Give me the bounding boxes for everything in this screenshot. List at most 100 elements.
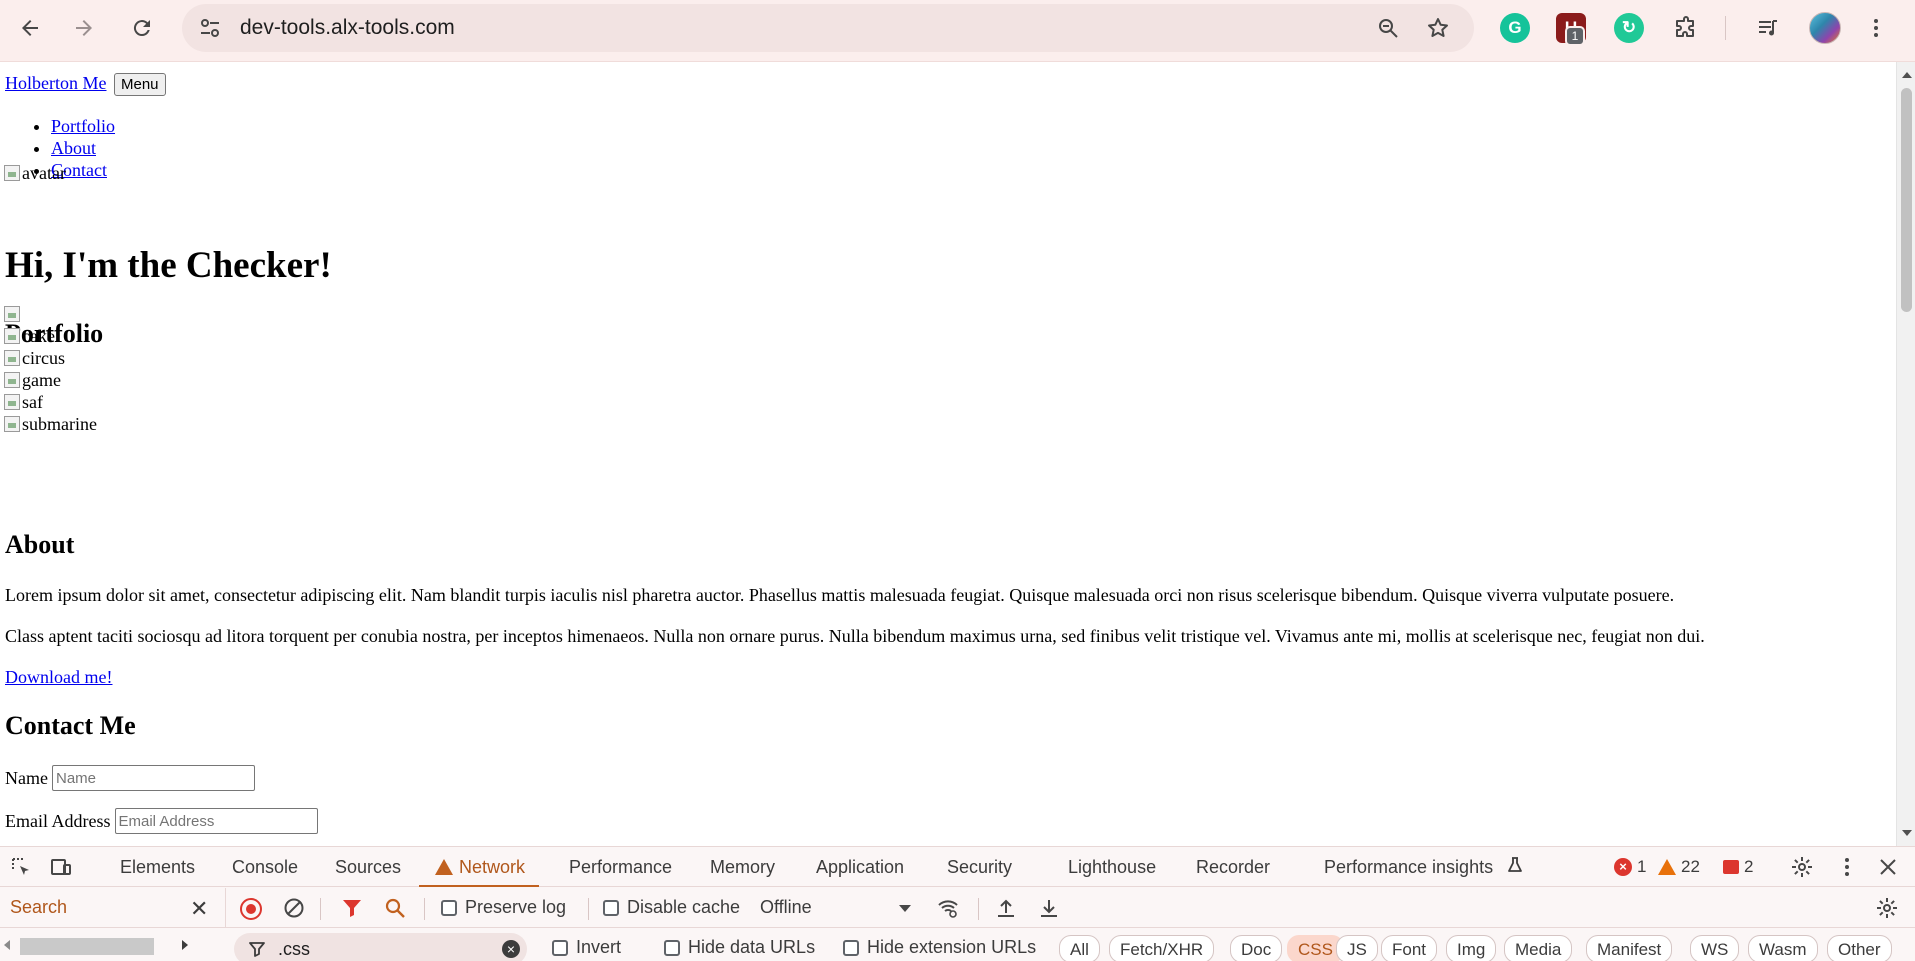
tab-sources[interactable]: Sources bbox=[335, 847, 401, 887]
top-nav: Holberton Me Menu bbox=[5, 73, 166, 96]
email-field-row: Email Address bbox=[5, 808, 318, 834]
toolbar-divider bbox=[588, 898, 589, 920]
close-devtools-icon[interactable] bbox=[1877, 856, 1899, 878]
type-filter-fetch-xhr[interactable]: Fetch/XHR bbox=[1109, 935, 1215, 961]
toolbar-divider bbox=[978, 898, 979, 920]
dropdown-caret-icon[interactable] bbox=[894, 897, 916, 919]
email-input[interactable] bbox=[114, 808, 318, 834]
browser-toolbar: dev-tools.alx-tools.com G U 1 ↻ bbox=[0, 0, 1915, 62]
more-menu-icon[interactable] bbox=[1858, 10, 1894, 46]
image-alt-text: saf bbox=[22, 392, 43, 412]
tab-performance[interactable]: Performance bbox=[569, 847, 672, 887]
flask-icon bbox=[1506, 848, 1524, 888]
error-counter[interactable]: × 1 bbox=[1614, 847, 1646, 887]
device-toolbar-icon[interactable] bbox=[50, 856, 72, 878]
profile-avatar[interactable] bbox=[1809, 12, 1841, 44]
type-filter-wasm[interactable]: Wasm bbox=[1748, 935, 1818, 961]
type-filter-img[interactable]: Img bbox=[1446, 935, 1497, 961]
tab-recorder[interactable]: Recorder bbox=[1196, 847, 1270, 887]
toolbar-divider bbox=[320, 898, 321, 920]
issue-icon bbox=[1723, 860, 1739, 874]
hide-data-urls-label: Hide data URLs bbox=[688, 937, 816, 957]
grammarly-icon[interactable]: G bbox=[1500, 13, 1530, 43]
tab-application[interactable]: Application bbox=[816, 847, 904, 887]
bookmark-star-icon[interactable] bbox=[1426, 16, 1450, 40]
tab-lighthouse[interactable]: Lighthouse bbox=[1068, 847, 1156, 887]
clear-filter-icon[interactable]: × bbox=[502, 940, 520, 958]
disable-cache-option[interactable]: Disable cache bbox=[603, 897, 740, 918]
hide-data-urls-checkbox[interactable] bbox=[664, 939, 680, 956]
hide-extension-urls-option[interactable]: Hide extension URLs bbox=[843, 937, 1036, 958]
scrollbar-thumb[interactable] bbox=[20, 938, 154, 955]
download-link[interactable]: Download me! bbox=[5, 667, 112, 688]
type-filter-other[interactable]: Other bbox=[1827, 935, 1892, 961]
type-filter-js[interactable]: JS bbox=[1336, 935, 1378, 961]
record-icon[interactable] bbox=[240, 898, 262, 920]
type-filter-font[interactable]: Font bbox=[1381, 935, 1438, 961]
close-search-icon[interactable]: ✕ bbox=[190, 896, 208, 922]
type-filter-all[interactable]: All bbox=[1059, 935, 1100, 961]
tab-security[interactable]: Security bbox=[947, 847, 1012, 887]
network-settings-gear-icon[interactable] bbox=[1876, 897, 1898, 919]
extensions-puzzle-icon[interactable] bbox=[1668, 10, 1704, 46]
search-drawer[interactable]: Search ✕ bbox=[0, 888, 226, 928]
menu-button[interactable]: Menu bbox=[113, 73, 166, 96]
brand-link[interactable]: Holberton Me bbox=[5, 73, 106, 93]
devtools-menu-icon[interactable] bbox=[1836, 856, 1858, 878]
site-info-icon[interactable] bbox=[198, 16, 222, 40]
url-text[interactable]: dev-tools.alx-tools.com bbox=[240, 16, 455, 40]
horizontal-scrollbar[interactable] bbox=[0, 935, 196, 955]
filter-input[interactable]: .css × bbox=[234, 933, 527, 961]
hide-data-urls-option[interactable]: Hide data URLs bbox=[664, 937, 815, 958]
scroll-right-arrow-icon[interactable] bbox=[182, 940, 188, 950]
warning-counter[interactable]: 22 bbox=[1658, 847, 1700, 887]
tab-performance-insights[interactable]: Performance insights bbox=[1324, 847, 1524, 887]
settings-gear-icon[interactable] bbox=[1791, 856, 1813, 878]
inspect-element-icon[interactable] bbox=[10, 856, 32, 878]
name-input[interactable] bbox=[51, 765, 255, 791]
tab-network-label: Network bbox=[459, 857, 526, 877]
tab-memory[interactable]: Memory bbox=[710, 847, 775, 887]
preserve-log-checkbox[interactable] bbox=[441, 899, 457, 916]
reload-icon[interactable] bbox=[124, 10, 160, 46]
filter-funnel-icon[interactable] bbox=[341, 897, 363, 919]
scrollbar-thumb[interactable] bbox=[1901, 88, 1912, 312]
throttling-value: Offline bbox=[760, 897, 812, 917]
nav-link-portfolio[interactable]: Portfolio bbox=[51, 116, 115, 136]
throttling-select[interactable]: Offline bbox=[760, 897, 812, 918]
invert-option[interactable]: Invert bbox=[552, 937, 621, 958]
nav-link-about[interactable]: About bbox=[51, 138, 96, 158]
sync-extension-icon[interactable]: ↻ bbox=[1614, 13, 1644, 43]
search-icon[interactable] bbox=[384, 897, 406, 919]
forward-icon[interactable] bbox=[66, 10, 102, 46]
tab-network[interactable]: Network bbox=[419, 847, 540, 887]
preserve-log-option[interactable]: Preserve log bbox=[441, 897, 566, 918]
import-har-icon[interactable] bbox=[995, 897, 1017, 919]
scroll-down-arrow-icon[interactable] bbox=[1902, 830, 1912, 836]
hide-extension-urls-checkbox[interactable] bbox=[843, 939, 859, 956]
address-bar[interactable]: dev-tools.alx-tools.com bbox=[182, 4, 1474, 52]
media-queue-icon[interactable] bbox=[1750, 10, 1786, 46]
disable-cache-checkbox[interactable] bbox=[603, 899, 619, 916]
issues-counter[interactable]: 2 bbox=[1723, 847, 1753, 887]
portfolio-image-blank bbox=[4, 303, 97, 325]
type-filter-manifest[interactable]: Manifest bbox=[1586, 935, 1673, 961]
warning-count: 22 bbox=[1681, 857, 1700, 876]
page-scrollbar[interactable] bbox=[1896, 62, 1915, 846]
clear-log-icon[interactable] bbox=[283, 897, 305, 919]
network-conditions-icon[interactable] bbox=[937, 897, 959, 919]
avatar-alt-text: avatar bbox=[22, 163, 66, 183]
type-filter-media[interactable]: Media bbox=[1504, 935, 1573, 961]
back-icon[interactable] bbox=[12, 10, 48, 46]
type-filter-ws[interactable]: WS bbox=[1690, 935, 1740, 961]
tab-elements[interactable]: Elements bbox=[120, 847, 195, 887]
scroll-up-arrow-icon[interactable] bbox=[1902, 72, 1912, 78]
export-har-icon[interactable] bbox=[1038, 897, 1060, 919]
image-alt-text: cake bbox=[22, 326, 55, 346]
invert-checkbox[interactable] bbox=[552, 939, 568, 956]
tab-console[interactable]: Console bbox=[232, 847, 298, 887]
filter-bar: .css × Invert Hide data URLs Hide extens… bbox=[0, 929, 1915, 961]
zoom-icon[interactable] bbox=[1376, 16, 1400, 40]
scroll-left-arrow-icon[interactable] bbox=[4, 940, 10, 950]
type-filter-doc[interactable]: Doc bbox=[1230, 935, 1283, 961]
